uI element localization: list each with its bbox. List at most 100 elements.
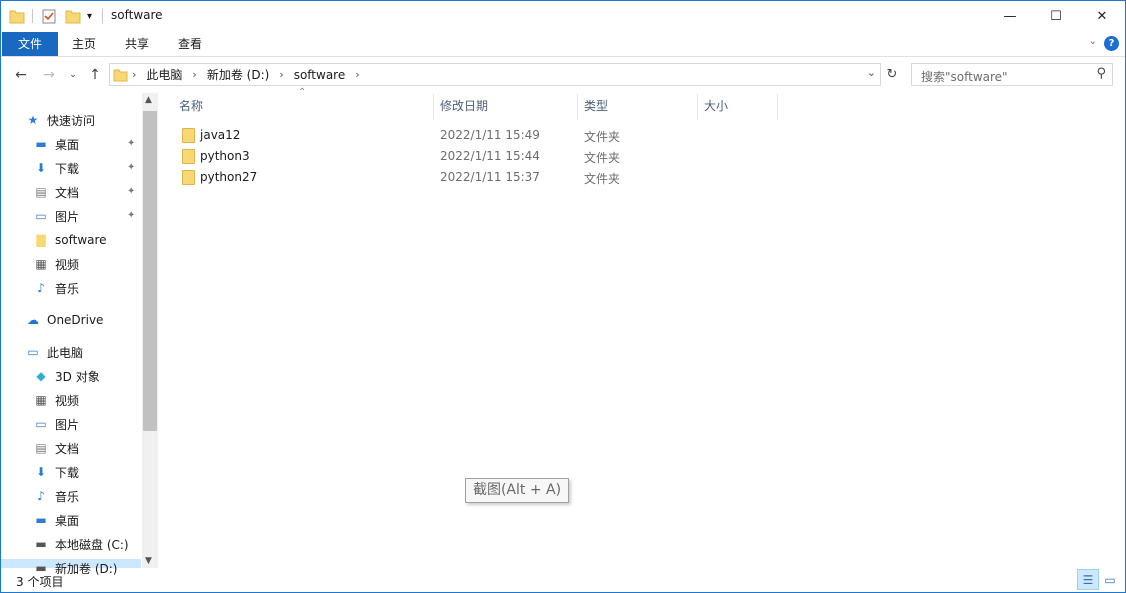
file-type: 文件夹 — [584, 151, 621, 165]
customize-icon[interactable]: ▾ — [87, 6, 92, 26]
back-icon[interactable]: ← — [11, 65, 31, 85]
file-date: 2022/1/11 15:44 — [440, 149, 540, 163]
sidebar-item-pc[interactable]: ▬ 桌面 — [33, 509, 79, 531]
document-icon: ▤ — [35, 185, 47, 199]
nav-item-label: 下载 — [55, 161, 80, 176]
tab-view[interactable]: 查看 — [167, 32, 213, 56]
file-name: java12 — [200, 128, 241, 142]
scrollbar-thumb[interactable] — [143, 111, 157, 431]
scroll-down-icon[interactable]: ▼ — [145, 556, 152, 566]
column-header-name[interactable]: 名称 — [179, 94, 203, 120]
music-icon: ♪ — [37, 489, 45, 503]
breadcrumb-drive-d[interactable]: 新加卷 (D:) — [207, 66, 269, 83]
column-header-type[interactable]: 类型 — [584, 94, 608, 120]
window-title: software — [111, 8, 163, 22]
new-folder-icon[interactable] — [65, 6, 81, 26]
nav-item-label: software — [55, 233, 107, 247]
nav-item-label: 快速访问 — [47, 113, 96, 128]
scroll-up-icon[interactable]: ▲ — [145, 95, 152, 105]
document-icon: ▤ — [35, 441, 47, 455]
desktop-icon: ▬ — [35, 513, 47, 527]
sidebar-item-onedrive[interactable]: ☁ OneDrive — [25, 309, 103, 331]
close-button[interactable]: ✕ — [1079, 1, 1125, 31]
file-row[interactable]: python27 2022/1/11 15:37 文件夹 — [173, 167, 773, 188]
search-input[interactable]: 搜索"software" ⚲ — [911, 63, 1113, 86]
file-name: python3 — [200, 149, 250, 163]
sidebar-item-pc[interactable]: ▤ 文档 — [33, 437, 79, 459]
sidebar-item-quick[interactable]: ▬ 桌面 — [33, 133, 79, 155]
nav-item-label: 桌面 — [55, 513, 80, 528]
sidebar-item-pc[interactable]: ▦ 视频 — [33, 389, 79, 411]
nav-item-label: 本地磁盘 (C:) — [55, 537, 129, 552]
minimize-button[interactable]: — — [987, 1, 1033, 31]
file-date: 2022/1/11 15:37 — [440, 170, 540, 184]
folder-icon — [182, 128, 195, 143]
download-icon: ⬇ — [35, 465, 47, 479]
chevron-right-icon: › — [355, 68, 360, 81]
sidebar-item-pc[interactable]: ▬ 本地磁盘 (C:) — [33, 533, 129, 555]
breadcrumb-this-pc[interactable]: 此电脑 — [146, 66, 182, 83]
collapse-ribbon-icon[interactable]: ⌄ — [1089, 36, 1097, 47]
sidebar-item-quick[interactable]: ♪ 音乐 — [33, 277, 79, 299]
nav-scrollbar[interactable]: ▲ ▼ — [142, 93, 158, 568]
address-dropdown-icon[interactable]: ⌄ — [867, 66, 876, 79]
folder-icon: ▇ — [36, 233, 46, 247]
up-icon[interactable]: ↑ — [85, 65, 105, 85]
sidebar-item-quick[interactable]: ▦ 视频 — [33, 253, 79, 275]
folder-icon — [113, 69, 128, 82]
address-bar[interactable]: › 此电脑 › 新加卷 (D:) › software › ⌄ — [109, 63, 881, 86]
sidebar-item-pc[interactable]: ♪ 音乐 — [33, 485, 79, 507]
ribbon: 文件 主页 共享 查看 ⌄ ? — [1, 31, 1125, 57]
drive-icon: ▬ — [35, 537, 47, 551]
nav-item-label: 此电脑 — [47, 345, 84, 360]
chevron-right-icon: › — [132, 68, 137, 81]
file-name: python27 — [200, 170, 258, 184]
file-type: 文件夹 — [584, 172, 621, 186]
chevron-right-icon: › — [279, 68, 284, 81]
maximize-button[interactable]: ☐ — [1033, 1, 1079, 31]
sidebar-item-quick[interactable]: ▇ software — [33, 229, 107, 251]
file-date: 2022/1/11 15:49 — [440, 128, 540, 142]
explorer-window: ▾ software — ☐ ✕ 文件 主页 共享 查看 ⌄ ? ← → ⌄ ↑… — [0, 0, 1126, 593]
refresh-icon[interactable]: ↻ — [882, 65, 902, 85]
pin-icon: ✦ — [127, 210, 136, 221]
pin-icon: ✦ — [127, 186, 136, 197]
folder-icon — [182, 149, 195, 164]
title-bar: ▾ software — ☐ ✕ — [1, 1, 1125, 31]
file-row[interactable]: java12 2022/1/11 15:49 文件夹 — [173, 125, 773, 146]
pictures-icon: ▭ — [35, 417, 47, 431]
column-header-size[interactable]: 大小 — [704, 94, 728, 120]
screenshot-tooltip: 截图(Alt + A) — [465, 478, 569, 503]
nav-item-label: 图片 — [55, 209, 80, 224]
sidebar-item-pc[interactable]: ◆ 3D 对象 — [33, 365, 99, 387]
details-view-icon[interactable]: ☰ — [1077, 569, 1099, 590]
nav-item-label: 文档 — [55, 185, 80, 200]
sidebar-item-pc[interactable]: ▭ 图片 — [33, 413, 79, 435]
nav-item-label: 音乐 — [55, 489, 80, 504]
chevron-right-icon: › — [192, 68, 197, 81]
pin-icon: ✦ — [127, 138, 136, 149]
help-icon[interactable]: ? — [1104, 36, 1119, 51]
nav-item-label: 视频 — [55, 257, 80, 272]
column-header-date[interactable]: 修改日期 — [440, 94, 488, 120]
nav-item-label: 视频 — [55, 393, 80, 408]
sidebar-item-this-pc[interactable]: ▭ 此电脑 — [25, 341, 83, 363]
sidebar-item-quick[interactable]: ▤ 文档 — [33, 181, 79, 203]
sidebar-item-quick[interactable]: ▭ 图片 — [33, 205, 79, 227]
folder-icon — [9, 6, 25, 26]
recent-locations-icon[interactable]: ⌄ — [63, 65, 83, 85]
large-icons-view-icon[interactable]: ▭ — [1099, 569, 1121, 590]
desktop-icon: ▬ — [35, 137, 47, 151]
breadcrumb-software[interactable]: software — [294, 68, 346, 82]
nav-item-label: 桌面 — [55, 137, 80, 152]
sidebar-item-pc[interactable]: ⬇ 下载 — [33, 461, 79, 483]
tab-share[interactable]: 共享 — [114, 32, 160, 56]
sidebar-item-quick[interactable]: ⬇ 下载 — [33, 157, 79, 179]
properties-icon[interactable] — [41, 6, 57, 26]
sidebar-item-quick-access[interactable]: ★ 快速访问 — [25, 109, 95, 131]
file-row[interactable]: python3 2022/1/11 15:44 文件夹 — [173, 146, 773, 167]
music-icon: ♪ — [37, 281, 45, 295]
tab-file[interactable]: 文件 — [2, 32, 58, 56]
forward-icon[interactable]: → — [39, 65, 59, 85]
tab-home[interactable]: 主页 — [61, 32, 107, 56]
